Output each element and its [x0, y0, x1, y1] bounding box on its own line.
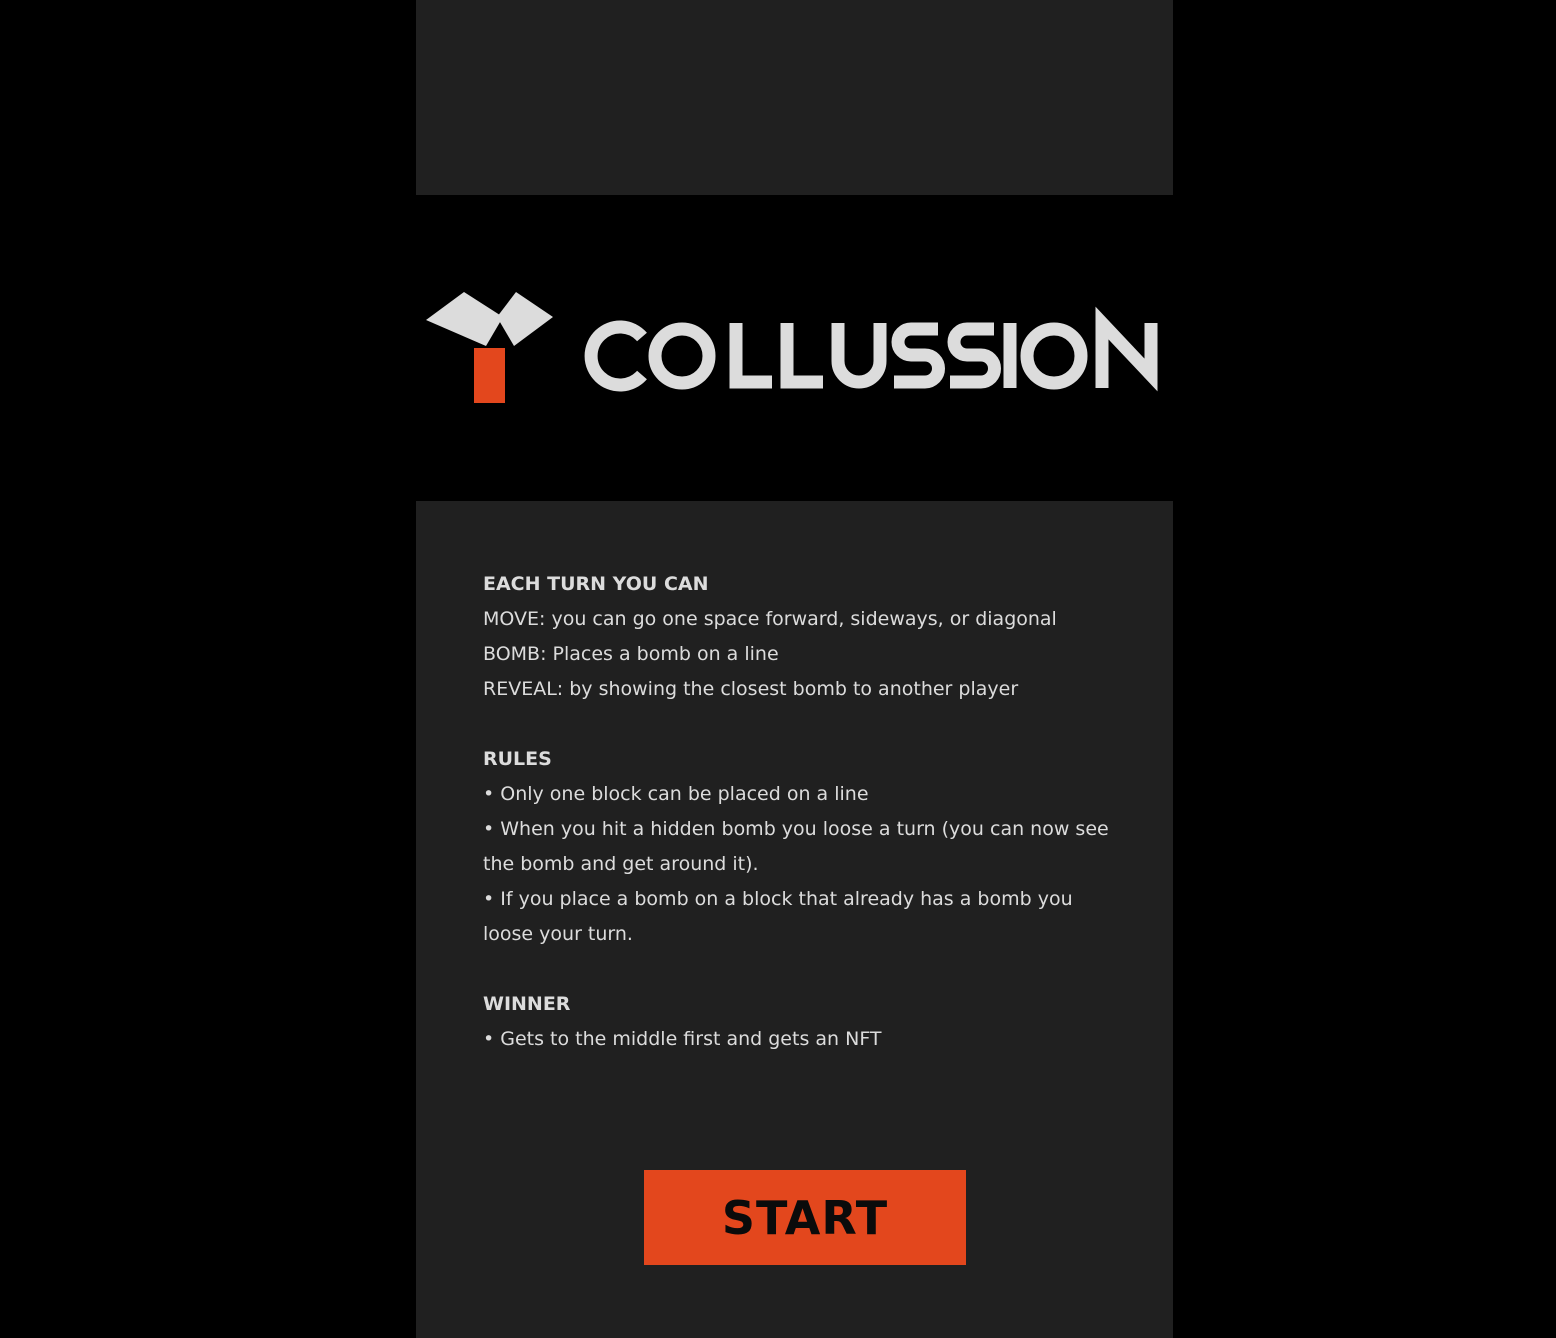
start-button[interactable]: START [644, 1170, 966, 1265]
each-turn-item-bomb: BOMB: Places a bomb on a line [483, 643, 779, 665]
rules-heading: RULES [483, 748, 552, 770]
section-spacer [483, 707, 1113, 742]
section-spacer [483, 952, 1113, 987]
collussion-logo [420, 285, 1165, 410]
winner-heading: WINNER [483, 993, 571, 1015]
winner-item: • Gets to the middle first and gets an N… [483, 1028, 882, 1050]
each-turn-heading: EACH TURN YOU CAN [483, 573, 709, 595]
rules-panel: EACH TURN YOU CAN MOVE: you can go one s… [416, 501, 1173, 1338]
rules-text: EACH TURN YOU CAN MOVE: you can go one s… [483, 567, 1113, 1057]
y-block-logo-icon [426, 292, 553, 403]
each-turn-item-reveal: REVEAL: by showing the closest bomb to a… [483, 678, 1019, 700]
each-turn-item-move: MOVE: you can go one space forward, side… [483, 608, 1057, 630]
wordmark [584, 306, 1158, 392]
rule-item-one-block: • Only one block can be placed on a line [483, 783, 869, 805]
rule-item-hidden-bomb: • When you hit a hidden bomb you loose a… [483, 818, 1109, 875]
rule-item-double-bomb: • If you place a bomb on a block that al… [483, 888, 1073, 945]
top-panel [416, 0, 1173, 195]
